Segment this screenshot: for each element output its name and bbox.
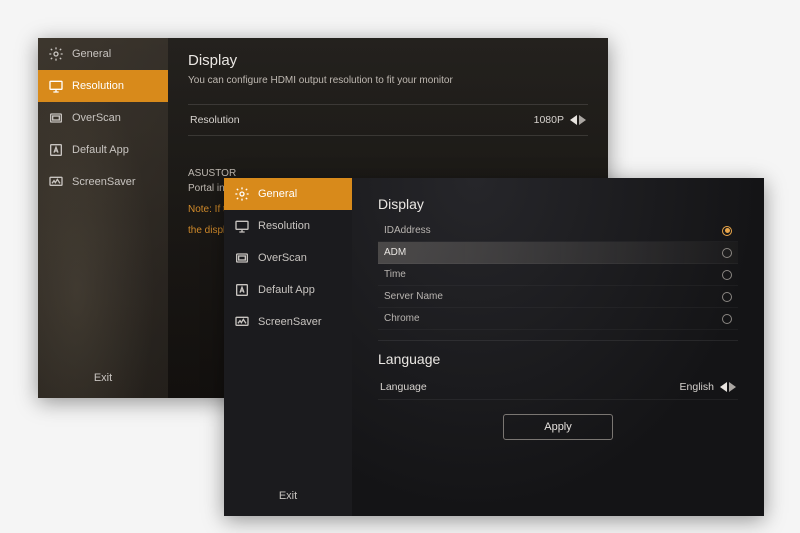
- arrow-stepper: [720, 382, 736, 392]
- exit-button[interactable]: Exit: [224, 480, 352, 516]
- exit-button[interactable]: Exit: [38, 362, 168, 398]
- radio-icon: [722, 270, 732, 280]
- sidebar-item-default-app[interactable]: Default App: [224, 274, 352, 306]
- sidebar-item-screensaver[interactable]: ScreenSaver: [38, 166, 168, 198]
- exit-label: Exit: [279, 490, 297, 502]
- sidebar-item-label: OverScan: [258, 252, 307, 264]
- sidebar-item-overscan[interactable]: OverScan: [38, 102, 168, 134]
- radio-icon: [722, 292, 732, 302]
- monitor-icon: [48, 78, 64, 94]
- sidebar-item-general[interactable]: General: [224, 178, 352, 210]
- apply-button[interactable]: Apply: [503, 414, 613, 440]
- sidebar-item-label: Default App: [258, 284, 315, 296]
- setting-label: Language: [380, 381, 427, 393]
- letter-a-icon: [48, 142, 64, 158]
- sidebar: General Resolution OverScan Default App: [224, 178, 352, 516]
- gear-icon: [48, 46, 64, 62]
- sidebar: General Resolution OverScan Default App: [38, 38, 168, 398]
- sidebar-item-label: General: [258, 188, 297, 200]
- section-title-language: Language: [378, 351, 738, 367]
- option-label: Time: [384, 269, 406, 280]
- sidebar-item-label: Default App: [72, 144, 129, 156]
- display-option-adm[interactable]: ADM: [378, 242, 738, 264]
- display-option-server-name[interactable]: Server Name: [378, 286, 738, 308]
- sidebar-item-label: General: [72, 48, 111, 60]
- arrow-stepper: [570, 115, 586, 125]
- gear-icon: [234, 186, 250, 202]
- exit-label: Exit: [94, 372, 112, 384]
- option-label: Server Name: [384, 291, 443, 302]
- chevron-left-icon[interactable]: [720, 382, 727, 392]
- option-label: IDAddress: [384, 225, 431, 236]
- sidebar-item-label: Resolution: [258, 220, 310, 232]
- sidebar-item-label: OverScan: [72, 112, 121, 124]
- setting-value: English: [680, 381, 714, 393]
- setting-row-language[interactable]: Language English: [378, 375, 738, 400]
- setting-row-resolution[interactable]: Resolution 1080P: [188, 104, 588, 136]
- divider: [378, 340, 738, 341]
- sidebar-item-default-app[interactable]: Default App: [38, 134, 168, 166]
- setting-value: 1080P: [534, 114, 564, 126]
- settings-window-general: General Resolution OverScan Default App: [224, 178, 764, 516]
- section-description: You can configure HDMI output resolution…: [188, 75, 588, 86]
- screensaver-icon: [234, 314, 250, 330]
- radio-icon: [722, 248, 732, 258]
- sidebar-item-label: Resolution: [72, 80, 124, 92]
- content-pane: Display IDAddress ADM Time Server Name C…: [352, 178, 764, 516]
- sidebar-item-general[interactable]: General: [38, 38, 168, 70]
- radio-icon: [722, 314, 732, 324]
- letter-a-icon: [234, 282, 250, 298]
- chevron-right-icon[interactable]: [579, 115, 586, 125]
- sidebar-item-label: ScreenSaver: [72, 176, 136, 188]
- section-title: Display: [188, 52, 588, 69]
- overscan-icon: [234, 250, 250, 266]
- display-option-time[interactable]: Time: [378, 264, 738, 286]
- setting-label: Resolution: [190, 114, 240, 126]
- display-option-idaddress[interactable]: IDAddress: [378, 220, 738, 242]
- option-label: ADM: [384, 247, 406, 258]
- apply-label: Apply: [544, 421, 572, 433]
- option-label: Chrome: [384, 313, 420, 324]
- sidebar-item-label: ScreenSaver: [258, 316, 322, 328]
- setting-value-group: 1080P: [534, 114, 586, 126]
- chevron-right-icon[interactable]: [729, 382, 736, 392]
- section-title-display: Display: [378, 196, 738, 212]
- sidebar-item-resolution[interactable]: Resolution: [38, 70, 168, 102]
- screensaver-icon: [48, 174, 64, 190]
- sidebar-item-overscan[interactable]: OverScan: [224, 242, 352, 274]
- setting-value-group: English: [680, 381, 736, 393]
- sidebar-item-resolution[interactable]: Resolution: [224, 210, 352, 242]
- radio-icon: [722, 226, 732, 236]
- overscan-icon: [48, 110, 64, 126]
- chevron-left-icon[interactable]: [570, 115, 577, 125]
- sidebar-item-screensaver[interactable]: ScreenSaver: [224, 306, 352, 338]
- display-option-chrome[interactable]: Chrome: [378, 308, 738, 330]
- monitor-icon: [234, 218, 250, 234]
